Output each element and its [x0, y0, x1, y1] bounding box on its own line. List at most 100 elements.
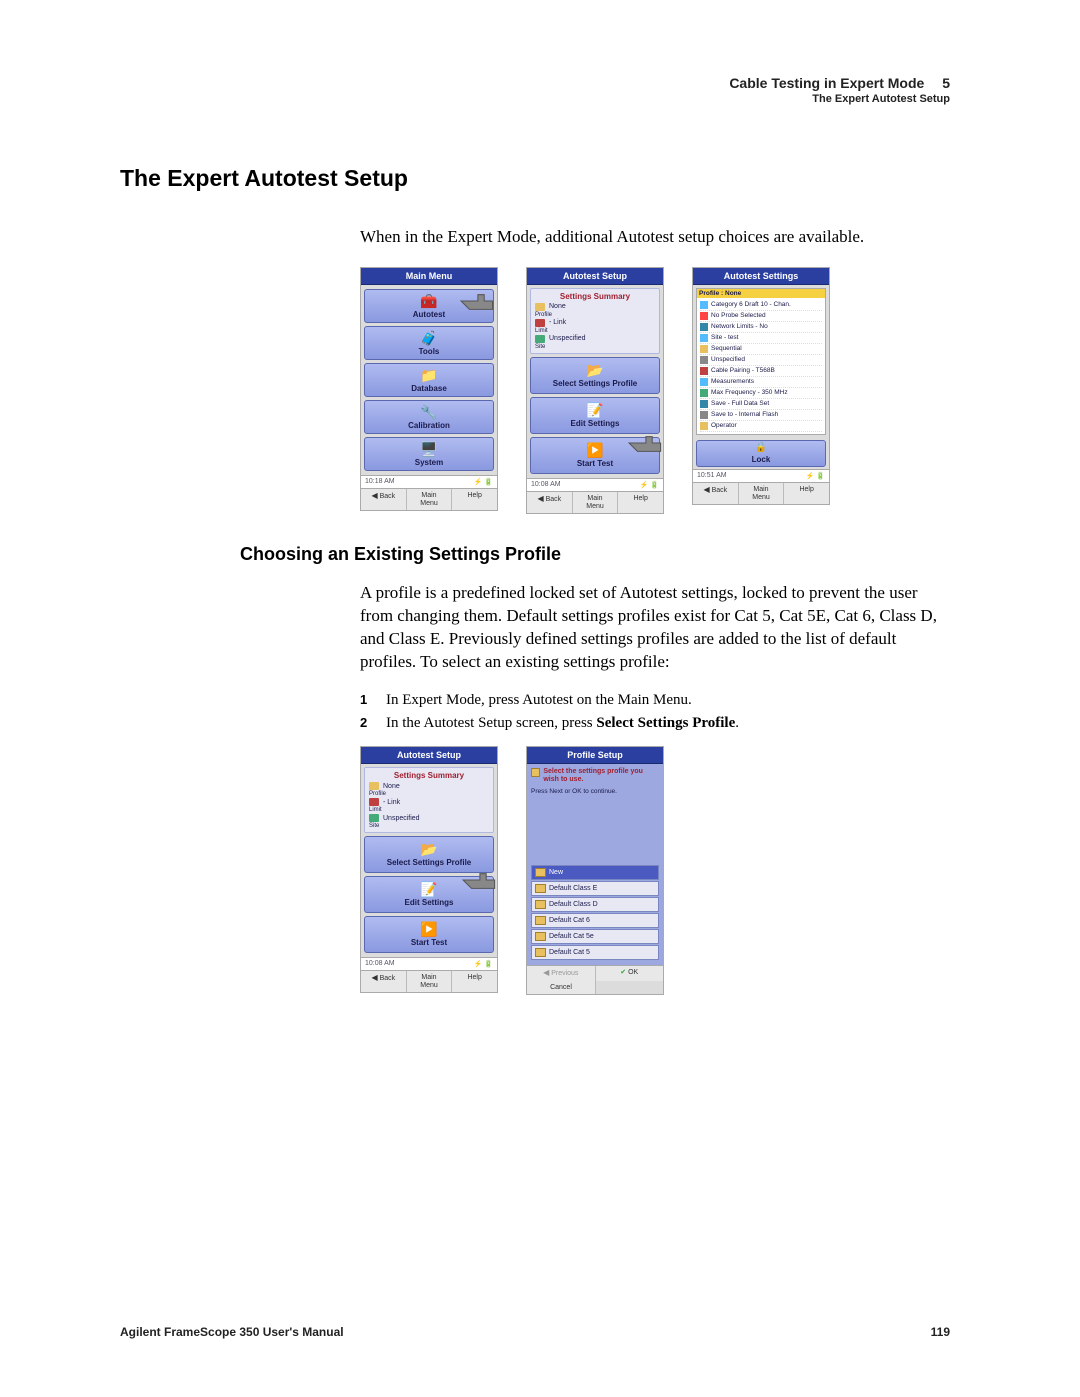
clock: 10:51 AM	[697, 472, 727, 480]
previous-button[interactable]: ◀ Previous	[527, 966, 596, 981]
profile-item[interactable]: Default Cat 5e	[531, 929, 659, 944]
bottom-buttons: ◀ Back Main Menu Help	[693, 482, 829, 504]
autotest-button[interactable]: 🧰Autotest	[364, 289, 494, 323]
select-profile-button[interactable]: 📂Select Settings Profile	[530, 357, 660, 394]
profile-list[interactable]: New Default Class E Default Class D Defa…	[531, 865, 659, 960]
help-button[interactable]: Help	[618, 492, 663, 513]
folder-icon	[535, 916, 546, 925]
profile-icon	[535, 303, 545, 311]
setting-icon	[700, 356, 708, 364]
tools-button[interactable]: 🧳Tools	[364, 326, 494, 360]
back-button[interactable]: ◀ Back	[361, 489, 407, 510]
step-1: 1 In Expert Mode, press Autotest on the …	[360, 692, 950, 709]
folder-icon	[535, 900, 546, 909]
autotest-setup-title: Autotest Setup	[527, 268, 663, 285]
profile-item[interactable]: Default Cat 6	[531, 913, 659, 928]
folder-icon	[535, 868, 546, 877]
database-icon: 📁	[420, 368, 437, 382]
folder-icon	[535, 932, 546, 941]
page-header: Cable Testing in Expert Mode 5 The Exper…	[729, 75, 950, 105]
setting-icon	[700, 367, 708, 375]
section-heading: The Expert Autotest Setup	[120, 165, 950, 192]
profile-message-2: Press Next or OK to continue.	[531, 788, 659, 795]
bottom-buttons: ◀ Back Main Menu Help	[361, 970, 497, 992]
setting-icon	[700, 422, 708, 430]
folder-icon	[535, 948, 546, 957]
status-icons: ⚡ 🔋	[806, 472, 825, 480]
folder-icon: 📂	[586, 363, 603, 377]
calibration-button[interactable]: 🔧Calibration	[364, 400, 494, 434]
setting-icon	[700, 345, 708, 353]
status-bar: 10:08 AM ⚡ 🔋	[527, 478, 663, 491]
clock: 10:08 AM	[365, 960, 395, 968]
subsection-paragraph: A profile is a predefined locked set of …	[360, 582, 950, 674]
screenshot-row-1: Main Menu 🧰Autotest 🧳Tools 📁Database 🔧Ca…	[360, 267, 950, 514]
start-test-button[interactable]: ▶️Start Test	[364, 916, 494, 953]
status-icons: ⚡ 🔋	[474, 478, 493, 486]
edit-settings-button[interactable]: 📝Edit Settings	[530, 397, 660, 434]
intro-paragraph: When in the Expert Mode, additional Auto…	[360, 226, 950, 249]
system-button[interactable]: 🖥️System	[364, 437, 494, 471]
profile-item-new[interactable]: New	[531, 865, 659, 880]
clock: 10:18 AM	[365, 478, 395, 486]
main-menu-button[interactable]: Main Menu	[407, 971, 453, 992]
status-bar: 10:51 AM ⚡ 🔋	[693, 469, 829, 482]
autotest-setup-screen: Autotest Setup Settings Summary None Pro…	[526, 267, 664, 514]
bottom-buttons-2: Cancel	[527, 981, 663, 995]
profile-item[interactable]: Default Class D	[531, 897, 659, 912]
profile-item[interactable]: Default Class E	[531, 881, 659, 896]
step-2: 2 In the Autotest Setup screen, press Se…	[360, 715, 950, 732]
edit-icon: 📝	[586, 403, 603, 417]
ok-button[interactable]: ✔ OK	[596, 966, 664, 981]
help-button[interactable]: Help	[452, 971, 497, 992]
back-button[interactable]: ◀ Back	[361, 971, 407, 992]
subsection-heading: Choosing an Existing Settings Profile	[240, 544, 950, 565]
clock: 10:08 AM	[531, 481, 561, 489]
settings-list[interactable]: Profile : None Category 6 Draft 10 - Cha…	[696, 288, 826, 435]
edit-settings-button[interactable]: 📝Edit Settings	[364, 876, 494, 913]
autotest-setup-title: Autotest Setup	[361, 747, 497, 764]
main-menu-button[interactable]: Main Menu	[739, 483, 785, 504]
database-button[interactable]: 📁Database	[364, 363, 494, 397]
profile-setup-title: Profile Setup	[527, 747, 663, 764]
limit-icon	[369, 798, 379, 806]
main-menu-button[interactable]: Main Menu	[407, 489, 453, 510]
chapter-title: Cable Testing in Expert Mode	[729, 75, 924, 91]
setting-icon: ✖	[700, 312, 708, 320]
chapter-number: 5	[942, 75, 950, 91]
lock-button[interactable]: 🔒Lock	[696, 440, 826, 467]
profile-icon	[369, 782, 379, 790]
back-button[interactable]: ◀ Back	[693, 483, 739, 504]
status-icons: ⚡ 🔋	[474, 960, 493, 968]
profile-item[interactable]: Default Cat 5	[531, 945, 659, 960]
main-menu-button[interactable]: Main Menu	[573, 492, 619, 513]
autotest-setup-screen-2: Autotest Setup Settings Summary None Pro…	[360, 746, 498, 993]
screenshot-row-2: Autotest Setup Settings Summary None Pro…	[360, 746, 950, 995]
bottom-buttons: ◀ Back Main Menu Help	[361, 488, 497, 510]
help-button[interactable]: Help	[452, 489, 497, 510]
profile-setup-screen: Profile Setup Select the settings profil…	[526, 746, 664, 995]
help-button[interactable]: Help	[784, 483, 829, 504]
back-button[interactable]: ◀ Back	[527, 492, 573, 513]
edit-icon: 📝	[420, 882, 437, 896]
limit-icon	[535, 319, 545, 327]
status-bar: 10:08 AM ⚡ 🔋	[361, 957, 497, 970]
profile-header: Profile : None	[697, 289, 825, 298]
folder-icon	[531, 768, 540, 777]
site-icon	[369, 814, 379, 822]
cancel-button[interactable]: Cancel	[527, 981, 596, 995]
select-profile-button[interactable]: 📂Select Settings Profile	[364, 836, 494, 873]
calibration-icon: 🔧	[420, 405, 437, 419]
tools-icon: 🧳	[420, 331, 437, 345]
profile-message: Select the settings profile you wish to …	[543, 768, 659, 785]
bottom-buttons: ◀ Back Main Menu Help	[527, 491, 663, 513]
profile-body: Select the settings profile you wish to …	[527, 764, 663, 965]
system-icon: 🖥️	[420, 442, 437, 456]
autotest-settings-screen: Autotest Settings Profile : None Categor…	[692, 267, 830, 505]
setting-icon	[700, 378, 708, 386]
footer-title: Agilent FrameScope 350 User's Manual	[120, 1325, 344, 1339]
main-menu-screen: Main Menu 🧰Autotest 🧳Tools 📁Database 🔧Ca…	[360, 267, 498, 511]
start-test-button[interactable]: ▶️Start Test	[530, 437, 660, 474]
autotest-settings-title: Autotest Settings	[693, 268, 829, 285]
start-icon: ▶️	[586, 443, 603, 457]
